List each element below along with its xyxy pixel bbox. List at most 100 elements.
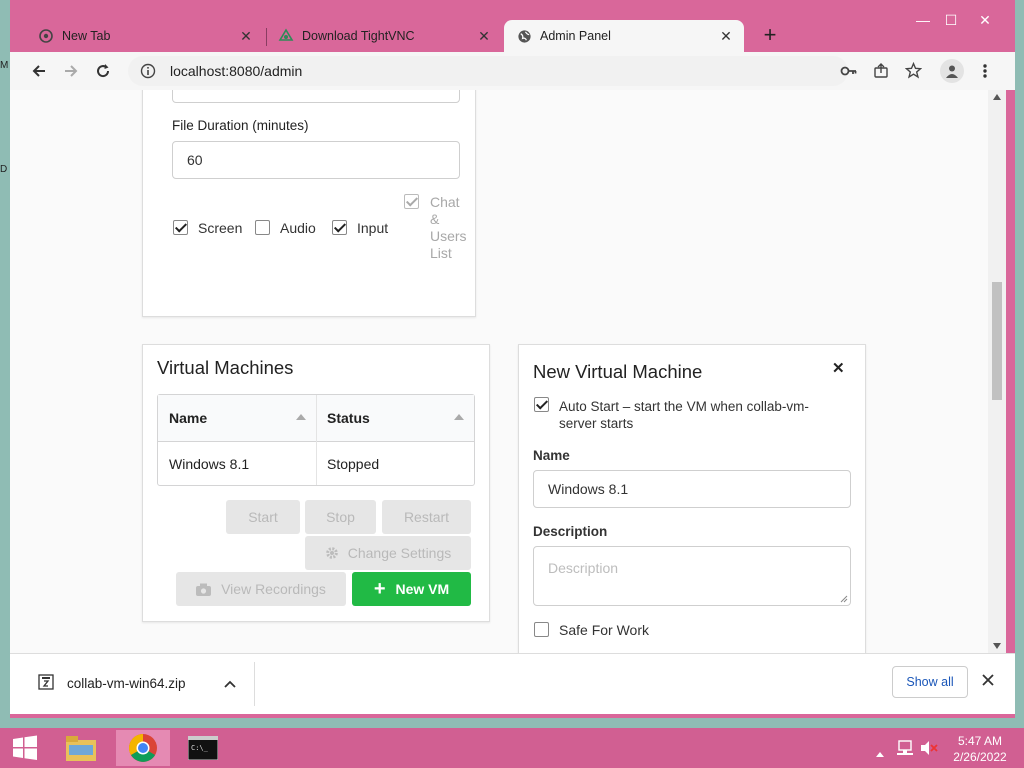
file-duration-label: File Duration (minutes) bbox=[172, 118, 309, 133]
change-settings-button[interactable]: Change Settings bbox=[305, 536, 471, 570]
safe-for-work-label: Safe For Work bbox=[559, 622, 649, 638]
clock-time: 5:47 AM bbox=[957, 734, 1003, 748]
vm-row-status[interactable]: Stopped bbox=[327, 456, 379, 472]
chat-users-list-checkbox[interactable] bbox=[404, 194, 419, 209]
chat-users-list-label: Chat & Users List bbox=[430, 194, 467, 262]
minimize-button[interactable]: — bbox=[908, 8, 938, 32]
file-explorer-icon[interactable] bbox=[56, 730, 106, 766]
chat-users-list-line: Users bbox=[430, 228, 467, 244]
audio-label: Audio bbox=[280, 220, 316, 236]
share-icon[interactable] bbox=[873, 63, 889, 84]
column-divider bbox=[316, 395, 317, 485]
info-icon[interactable] bbox=[140, 63, 156, 84]
maximize-button[interactable]: ☐ bbox=[936, 8, 966, 32]
sort-name-icon[interactable] bbox=[296, 414, 306, 420]
name-input-value: Windows 8.1 bbox=[548, 481, 629, 497]
column-header-status[interactable]: Status bbox=[327, 410, 370, 426]
key-icon[interactable] bbox=[840, 63, 858, 84]
description-label: Description bbox=[533, 524, 608, 539]
screen-checkbox[interactable] bbox=[173, 220, 188, 235]
virtual-machines-title: Virtual Machines bbox=[157, 357, 294, 378]
tab-title: Admin Panel bbox=[540, 29, 611, 43]
bookmark-star-icon[interactable] bbox=[904, 61, 923, 84]
view-recordings-button[interactable]: View Recordings bbox=[176, 572, 346, 606]
page-viewport: 0 File Duration (minutes) 60 Screen Audi… bbox=[10, 90, 988, 653]
system-clock[interactable]: 5:47 AM 2/26/2022 bbox=[950, 733, 1010, 765]
chevron-up-icon[interactable] bbox=[224, 676, 236, 694]
column-header-name[interactable]: Name bbox=[169, 410, 207, 426]
stop-button[interactable]: Stop bbox=[305, 500, 376, 534]
tightvnc-icon bbox=[278, 28, 294, 44]
new-vm-button[interactable]: + New VM bbox=[352, 572, 471, 606]
desktop-icon-stub-d: D bbox=[0, 164, 8, 175]
new-vm-card: New Virtual Machine ✕ Auto Start – start… bbox=[518, 344, 866, 653]
show-all-button[interactable]: Show all bbox=[892, 666, 968, 698]
auto-start-label: Auto Start – start the VM when collab-vm… bbox=[559, 398, 809, 432]
vm-table: Name Status Windows 8.1 Stopped bbox=[157, 394, 475, 486]
resize-handle-icon[interactable] bbox=[840, 595, 848, 603]
new-tab-button[interactable]: + bbox=[758, 24, 782, 48]
page-scrollbar[interactable] bbox=[988, 90, 1006, 653]
close-tab-icon[interactable]: ✕ bbox=[238, 28, 254, 44]
kebab-menu-icon[interactable] bbox=[974, 60, 996, 82]
vm-row-name[interactable]: Windows 8.1 bbox=[169, 456, 249, 472]
new-vm-title: New Virtual Machine bbox=[533, 361, 703, 382]
auto-start-line: server starts bbox=[559, 416, 634, 431]
tab-admin-panel[interactable]: Admin Panel ✕ bbox=[504, 20, 744, 52]
scroll-up-icon[interactable] bbox=[993, 94, 1001, 100]
tab-separator bbox=[266, 28, 267, 46]
close-tab-icon[interactable]: ✕ bbox=[718, 28, 734, 44]
file-duration-input[interactable]: 60 bbox=[172, 141, 460, 179]
description-placeholder: Description bbox=[548, 560, 619, 576]
download-bar: collab-vm-win64.zip Show all bbox=[10, 653, 1015, 714]
volume-muted-icon[interactable] bbox=[920, 740, 938, 761]
plus-icon: + bbox=[373, 578, 386, 600]
start-button-windows-icon[interactable] bbox=[0, 730, 50, 766]
description-textarea[interactable]: Description bbox=[533, 546, 851, 606]
download-file-name[interactable]: collab-vm-win64.zip bbox=[67, 676, 186, 691]
new-vm-label: New VM bbox=[395, 581, 450, 597]
tab-download-tightvnc[interactable]: Download TightVNC ✕ bbox=[268, 20, 502, 52]
tab-new-tab[interactable]: New Tab ✕ bbox=[10, 20, 264, 52]
audio-checkbox[interactable] bbox=[255, 220, 270, 235]
command-prompt-icon[interactable]: C:\_ bbox=[178, 730, 228, 766]
sort-status-icon[interactable] bbox=[454, 414, 464, 420]
clock-date: 2/26/2022 bbox=[953, 750, 1007, 764]
scrollbar-thumb[interactable] bbox=[992, 282, 1002, 400]
network-icon[interactable] bbox=[896, 740, 914, 761]
name-input[interactable]: Windows 8.1 bbox=[533, 470, 851, 508]
virtual-machines-card: Virtual Machines Name Status Windows 8.1… bbox=[142, 344, 490, 622]
close-icon[interactable]: ✕ bbox=[832, 359, 845, 377]
close-window-button[interactable]: ✕ bbox=[970, 8, 1000, 32]
tab-title: New Tab bbox=[62, 29, 111, 43]
top-number-input[interactable]: 0 bbox=[172, 90, 460, 103]
taskbar: C:\_ 5:47 AM 2/26/2022 bbox=[0, 728, 1024, 768]
profile-avatar-icon[interactable] bbox=[940, 59, 964, 83]
url-text: localhost:8080/admin bbox=[170, 63, 303, 79]
reload-icon[interactable] bbox=[92, 60, 114, 82]
scroll-down-icon[interactable] bbox=[993, 643, 1001, 649]
chrome-icon bbox=[38, 28, 54, 44]
browser-toolbar: localhost:8080/admin bbox=[10, 52, 1015, 90]
tab-title: Download TightVNC bbox=[302, 29, 415, 43]
close-tab-icon[interactable]: ✕ bbox=[476, 28, 492, 44]
auto-start-checkbox[interactable] bbox=[534, 397, 549, 412]
back-arrow-icon[interactable] bbox=[28, 60, 50, 82]
name-label: Name bbox=[533, 448, 570, 463]
forward-arrow-icon[interactable] bbox=[60, 60, 82, 82]
safe-for-work-checkbox[interactable] bbox=[534, 622, 549, 637]
view-recordings-label: View Recordings bbox=[221, 581, 326, 597]
chrome-taskbar-icon[interactable] bbox=[116, 730, 170, 766]
close-download-bar-icon[interactable] bbox=[982, 673, 994, 691]
show-hidden-icons-icon[interactable] bbox=[876, 744, 884, 762]
screen-label: Screen bbox=[198, 220, 243, 236]
input-checkbox[interactable] bbox=[332, 220, 347, 235]
desktop-icon-stub-m: M bbox=[0, 60, 9, 71]
chat-users-list-line: Chat bbox=[430, 194, 460, 210]
top-number-value: 0 bbox=[187, 90, 195, 93]
camera-icon bbox=[196, 583, 212, 596]
recording-settings-card: 0 File Duration (minutes) 60 Screen Audi… bbox=[142, 90, 476, 317]
start-button[interactable]: Start bbox=[226, 500, 300, 534]
restart-button[interactable]: Restart bbox=[382, 500, 471, 534]
address-bar[interactable]: localhost:8080/admin bbox=[128, 56, 923, 86]
